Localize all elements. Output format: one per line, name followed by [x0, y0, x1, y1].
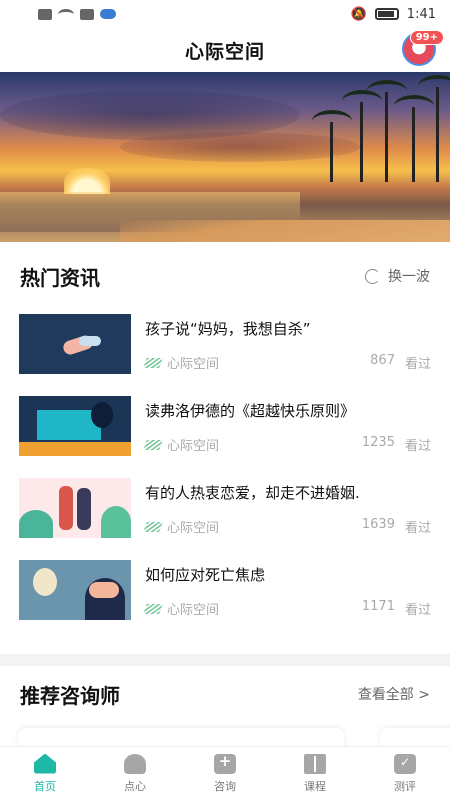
palm-tree-image — [394, 95, 434, 182]
news-title: 孩子说“妈妈，我想自杀” — [145, 320, 311, 338]
news-source: 心际空间 — [167, 521, 220, 536]
tab-assessment[interactable]: 测评 — [360, 747, 450, 800]
news-source: 心际空间 — [167, 439, 220, 454]
tab-label: 首页 — [34, 779, 56, 793]
tab-label: 课程 — [304, 779, 326, 793]
news-item[interactable]: 读弗洛伊德的《超越快乐原则》 心际空间 1235 看过 — [19, 396, 431, 456]
notification-badge: 99+ — [409, 30, 444, 45]
views-label: 看过 — [404, 439, 431, 454]
recommend-section: 推荐咨询师 查看全部 > — [0, 666, 450, 758]
status-icons-left — [38, 8, 116, 20]
news-title: 如何应对死亡焦虑 — [145, 566, 266, 584]
news-item[interactable]: 如何应对死亡焦虑 心际空间 1171 看过 — [19, 560, 431, 620]
chat-icon — [214, 752, 236, 774]
hot-news-section: 热门资讯 换一波 孩子说“妈妈，我想自杀” 心际空间 867 看过 读弗洛伊德的… — [0, 242, 450, 654]
view-count: 1171 — [361, 599, 395, 614]
palm-tree-image — [312, 110, 352, 182]
news-source: 心际空间 — [167, 603, 220, 618]
palm-tree-image — [418, 75, 450, 182]
mute-icon: 🔕 — [350, 6, 367, 22]
battery-icon — [374, 8, 399, 20]
news-title: 有的人热衷恋爱，却走不进婚姻. — [145, 484, 360, 502]
news-source: 心际空间 — [167, 357, 220, 372]
source-logo-icon — [145, 440, 161, 450]
refresh-icon — [365, 268, 380, 284]
views-label: 看过 — [404, 521, 431, 536]
message-icon — [80, 8, 94, 20]
news-meta: 心际空间 1639 看过 — [145, 517, 431, 536]
status-icons-right: 🔕 1:41 — [351, 7, 436, 22]
source-logo-icon — [145, 358, 161, 368]
clipboard-icon — [394, 753, 416, 774]
views-label: 看过 — [404, 357, 431, 372]
tab-label: 测评 — [394, 779, 416, 793]
avatar[interactable]: 99+ — [402, 30, 444, 66]
tab-dianxin[interactable]: 点心 — [90, 747, 180, 800]
hot-news-title: 热门资讯 — [20, 265, 100, 290]
wifi-icon — [58, 8, 74, 20]
news-meta: 心际空间 1235 看过 — [145, 435, 431, 454]
news-thumbnail — [19, 314, 131, 374]
source-logo-icon — [145, 604, 161, 614]
heart-icon — [124, 753, 146, 774]
news-item[interactable]: 有的人热衷恋爱，却走不进婚姻. 心际空间 1639 看过 — [19, 478, 431, 538]
refresh-button[interactable]: 换一波 — [365, 266, 430, 286]
view-count: 867 — [370, 353, 395, 368]
views-label: 看过 — [404, 603, 431, 618]
book-icon — [304, 753, 326, 774]
news-thumbnail — [19, 396, 131, 456]
view-count: 1639 — [361, 517, 395, 532]
bottom-tab-bar: 首页 点心 咨询 课程 测评 — [0, 746, 450, 800]
app-title: 心际空间 — [184, 40, 265, 63]
news-title: 读弗洛伊德的《超越快乐原则》 — [145, 402, 356, 420]
home-icon — [34, 753, 56, 774]
app-bar: 心际空间 99+ — [0, 28, 450, 72]
tab-home[interactable]: 首页 — [0, 747, 90, 800]
tab-label: 咨询 — [214, 779, 236, 793]
recommend-title: 推荐咨询师 — [20, 683, 120, 708]
news-item[interactable]: 孩子说“妈妈，我想自杀” 心际空间 867 看过 — [19, 314, 431, 374]
news-thumbnail — [19, 478, 131, 538]
tab-label: 点心 — [124, 779, 146, 793]
view-count: 1235 — [361, 435, 395, 450]
recommend-header: 推荐咨询师 查看全部 > — [0, 666, 450, 722]
see-all-link[interactable]: 查看全部 > — [358, 684, 430, 704]
news-meta: 心际空间 867 看过 — [145, 353, 431, 372]
source-logo-icon — [145, 522, 161, 532]
cloud-icon — [100, 9, 116, 19]
alert-icon — [38, 8, 52, 20]
status-time: 1:41 — [406, 6, 436, 22]
palm-tree-image — [342, 90, 382, 182]
sun-image — [64, 168, 110, 194]
status-bar: 🔕 1:41 — [0, 0, 450, 28]
news-meta: 心际空间 1171 看过 — [145, 599, 431, 618]
tab-consult[interactable]: 咨询 — [180, 747, 270, 800]
refresh-label: 换一波 — [388, 269, 430, 285]
palm-tree-image — [367, 80, 407, 182]
hot-news-header: 热门资讯 换一波 — [0, 242, 450, 310]
banner-image[interactable] — [0, 72, 450, 242]
news-thumbnail — [19, 560, 131, 620]
tab-courses[interactable]: 课程 — [270, 747, 360, 800]
